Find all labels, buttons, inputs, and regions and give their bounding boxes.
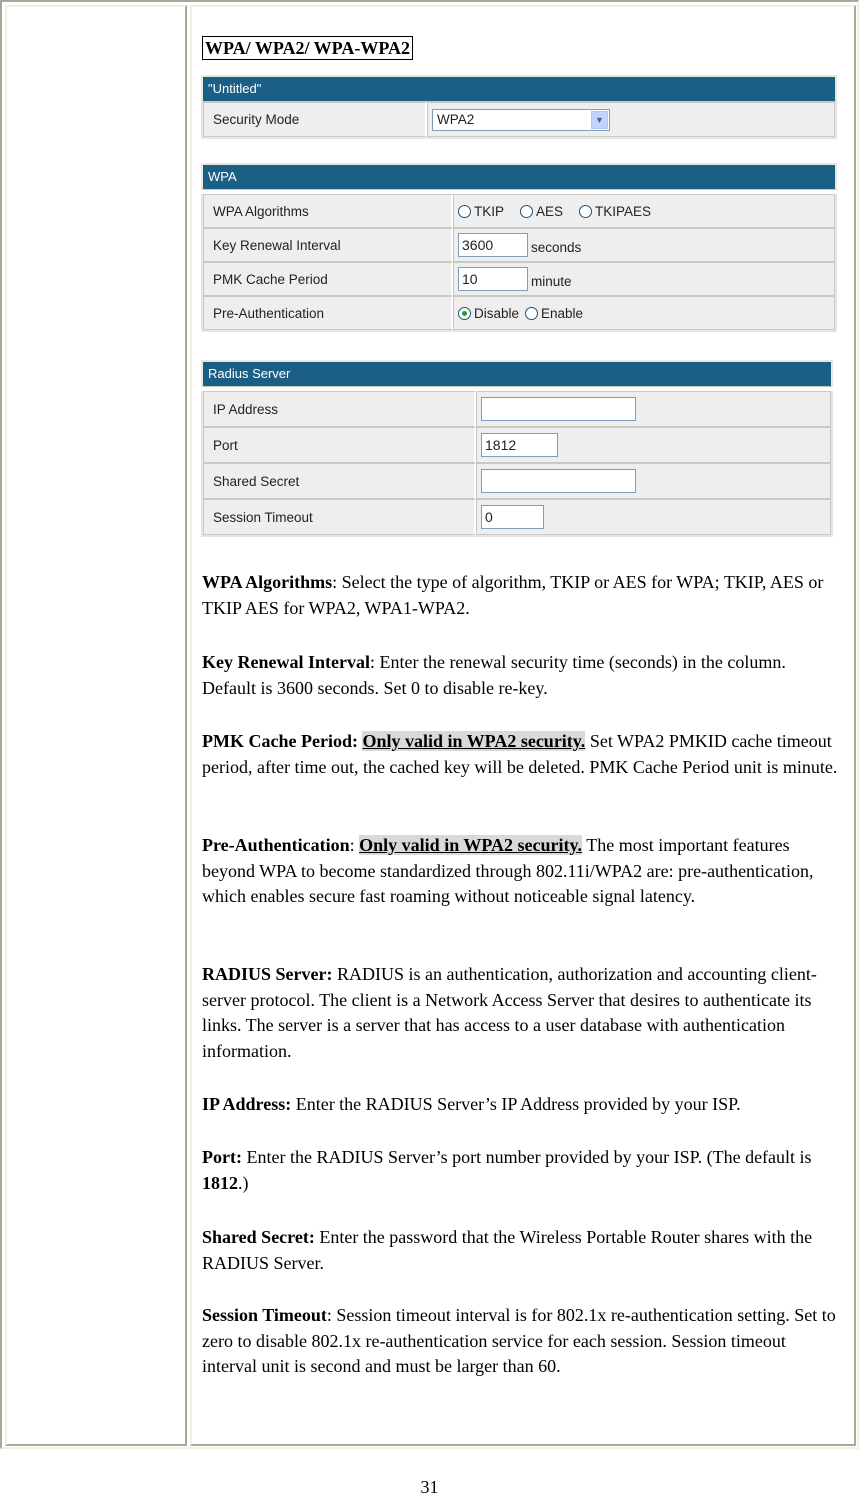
desc-key-renewal: Key Renewal Interval: Enter the renewal … xyxy=(202,652,786,698)
security-mode-label: Security Mode xyxy=(203,102,427,137)
radio-disable[interactable]: Disable xyxy=(458,306,519,321)
port-input[interactable]: 1812 xyxy=(481,433,558,457)
chevron-down-icon[interactable]: ▼ xyxy=(591,110,608,129)
radio-tkip[interactable]: TKIP xyxy=(458,204,504,219)
radio-icon[interactable] xyxy=(458,204,471,218)
wpa2-only-note: Only valid in WPA2 security. xyxy=(359,835,583,855)
pmk-cache-input[interactable]: 10 xyxy=(458,267,528,291)
panel-title: Radius Server xyxy=(201,360,833,387)
pmk-cache-label: PMK Cache Period xyxy=(203,262,453,296)
panel-title: "Untitled" xyxy=(201,75,837,102)
radio-tkipaes[interactable]: TKIPAES xyxy=(579,204,651,219)
session-timeout-input[interactable]: 0 xyxy=(481,505,544,529)
wpa-algorithms-label: WPA Algorithms xyxy=(203,194,453,228)
radio-enable[interactable]: Enable xyxy=(525,306,583,321)
shared-secret-input[interactable] xyxy=(481,469,636,493)
ip-address-label: IP Address xyxy=(203,391,476,427)
desc-wpa-algorithms: WPA Algorithms: Select the type of algor… xyxy=(202,572,824,618)
security-mode-panel: "Untitled" Security Mode WPA2 ▼ xyxy=(201,75,837,139)
section-heading: WPA/ WPA2/ WPA-WPA2 xyxy=(202,36,413,60)
security-mode-value: WPA2 xyxy=(437,112,475,127)
wpa2-only-note: Only valid in WPA2 security. xyxy=(362,731,586,751)
radio-icon[interactable] xyxy=(520,204,534,218)
desc-shared-secret: Shared Secret: Enter the password that t… xyxy=(202,1227,813,1273)
left-cell xyxy=(5,5,187,1446)
desc-pre-auth: Pre-Authentication: Only valid in WPA2 s… xyxy=(202,835,814,906)
key-renewal-unit: seconds xyxy=(531,239,582,255)
desc-session-timeout: Session Timeout: Session timeout interva… xyxy=(202,1305,836,1376)
desc-pmk-cache: PMK Cache Period: Only valid in WPA2 sec… xyxy=(202,731,838,777)
radio-icon[interactable] xyxy=(525,306,539,320)
radio-selected-icon[interactable] xyxy=(458,306,471,320)
radius-panel: Radius Server IP Address Port 1812 Share… xyxy=(201,360,833,537)
desc-ip-address: IP Address: Enter the RADIUS Server’s IP… xyxy=(202,1094,741,1114)
key-renewal-input[interactable]: 3600 xyxy=(458,233,528,257)
security-mode-select[interactable]: WPA2 ▼ xyxy=(432,108,610,131)
radio-icon[interactable] xyxy=(579,204,593,218)
key-renewal-label: Key Renewal Interval xyxy=(203,228,453,262)
radio-aes[interactable]: AES xyxy=(520,204,563,219)
panel-title: WPA xyxy=(201,163,837,190)
shared-secret-label: Shared Secret xyxy=(203,463,476,499)
session-timeout-label: Session Timeout xyxy=(203,499,476,535)
desc-port: Port: Enter the RADIUS Server’s port num… xyxy=(202,1147,812,1193)
port-label: Port xyxy=(203,427,476,463)
page-number: 31 xyxy=(420,1477,439,1497)
wpa-panel: WPA WPA Algorithms TKIP AES TKIPAES Key … xyxy=(201,163,837,332)
pre-auth-label: Pre-Authentication xyxy=(203,296,453,330)
ip-address-input[interactable] xyxy=(481,397,636,421)
desc-radius-server: RADIUS Server: RADIUS is an authenticati… xyxy=(202,964,817,1061)
pmk-cache-unit: minute xyxy=(531,273,572,289)
